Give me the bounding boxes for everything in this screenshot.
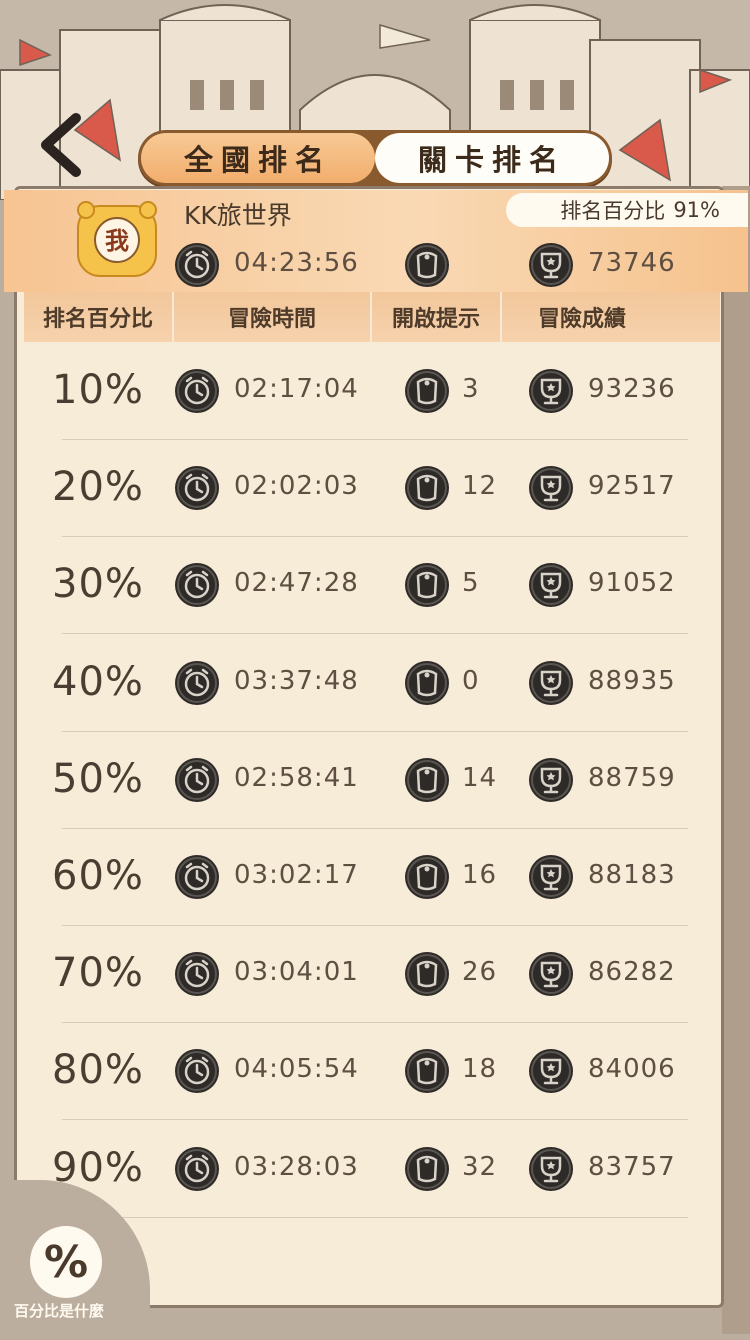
table-header: 排名百分比 冒險時間 開啟提示 冒險成績 — [24, 292, 720, 342]
row-hints-value: 0 — [462, 665, 480, 696]
tab-level-ranking[interactable]: 關卡排名 — [375, 133, 609, 183]
header-time: 冒險時間 — [174, 292, 372, 342]
row-hints-value: 18 — [462, 1054, 498, 1085]
row-hints-value: 26 — [462, 957, 498, 988]
trophy-icon — [528, 757, 574, 803]
my-score-value: 73746 — [588, 248, 676, 278]
row-score-value: 83757 — [588, 1151, 676, 1182]
my-percentile-label: 排名百分比 — [560, 199, 666, 223]
clock-icon — [174, 1048, 220, 1094]
row-hints-value: 12 — [462, 471, 498, 502]
hint-coin-icon — [404, 951, 450, 997]
ranking-tabs: 全國排名 關卡排名 — [138, 130, 612, 186]
back-arrow-icon — [41, 113, 81, 177]
row-score-value: 93236 — [588, 374, 676, 404]
table-row: 30% 02:47:28 5 91052 — [0, 537, 750, 635]
row-percentile: 80% — [52, 1047, 144, 1094]
clock-icon — [174, 854, 220, 900]
trophy-icon — [528, 465, 574, 511]
header-score: 冒險成績 — [537, 307, 626, 332]
row-hints-value: 16 — [462, 860, 498, 890]
trophy-icon — [528, 1146, 574, 1192]
hint-coin-icon — [404, 757, 450, 803]
my-time-value: 04:23:56 — [234, 248, 359, 278]
row-score-value: 84006 — [588, 1054, 676, 1085]
row-percentile: 40% — [52, 658, 144, 705]
row-hints-value: 3 — [462, 374, 480, 404]
my-percentile-value: 91% — [673, 198, 720, 222]
table-row: 50% 02:58:41 14 88759 — [0, 732, 750, 829]
row-percentile: 70% — [52, 950, 144, 997]
row-percentile: 30% — [52, 561, 144, 608]
table-row: 60% 03:02:17 16 88183 — [0, 829, 750, 926]
table-row: 40% 03:37:48 0 88935 — [0, 635, 750, 732]
trophy-icon — [528, 660, 574, 706]
hint-coin-icon — [404, 465, 450, 511]
hint-coin-icon — [404, 660, 450, 706]
clock-icon — [174, 660, 220, 706]
hint-coin-icon — [404, 368, 450, 414]
row-divider — [62, 1216, 688, 1218]
row-time-value: 04:05:54 — [234, 1054, 359, 1085]
header-percentile: 排名百分比 — [24, 292, 174, 342]
row-hints-value: 5 — [462, 568, 480, 599]
row-score-value: 86282 — [588, 957, 676, 988]
row-time-value: 03:28:03 — [234, 1151, 359, 1182]
clock-icon — [174, 1146, 220, 1192]
table-row: 90% 03:28:03 32 83757 — [0, 1121, 750, 1218]
avatar-char: 我 — [105, 227, 129, 255]
table-row: 70% 03:04:01 26 86282 — [0, 926, 750, 1024]
trophy-icon — [528, 562, 574, 608]
clock-icon — [174, 465, 220, 511]
trophy-icon — [528, 854, 574, 900]
row-score-value: 88183 — [588, 860, 676, 890]
row-percentile: 10% — [52, 367, 144, 413]
row-score-value: 91052 — [588, 568, 676, 599]
table-row: 20% 02:02:03 12 92517 — [0, 440, 750, 538]
avatar: 我 — [74, 198, 160, 280]
row-percentile: 60% — [52, 853, 144, 899]
trophy-icon — [528, 951, 574, 997]
row-time-value: 02:47:28 — [234, 568, 359, 599]
row-time-value: 02:58:41 — [234, 762, 359, 793]
trophy-icon — [528, 368, 574, 414]
hint-coin-icon — [404, 1146, 450, 1192]
clock-icon — [174, 368, 220, 414]
trophy-icon — [528, 1048, 574, 1094]
hint-coin-icon — [404, 242, 450, 288]
clock-icon — [174, 757, 220, 803]
row-percentile: 20% — [52, 464, 144, 511]
row-time-value: 02:02:03 — [234, 471, 359, 502]
my-name: KK旅世界 — [184, 201, 292, 230]
row-score-value: 92517 — [588, 471, 676, 502]
hint-coin-icon — [404, 1048, 450, 1094]
row-score-value: 88935 — [588, 665, 676, 696]
row-hints-value: 14 — [462, 762, 498, 793]
hint-coin-icon — [404, 562, 450, 608]
clock-icon — [174, 951, 220, 997]
back-button[interactable] — [34, 112, 94, 178]
table-row: 10% 02:17:04 3 93236 — [0, 343, 750, 440]
clock-icon — [174, 562, 220, 608]
header-hints: 開啟提示 — [372, 292, 502, 342]
clock-icon — [174, 242, 220, 288]
row-hints-value: 32 — [462, 1151, 498, 1182]
row-time-value: 03:37:48 — [234, 665, 359, 696]
row-time-value: 03:04:01 — [234, 957, 359, 988]
trophy-icon — [528, 242, 574, 288]
row-percentile: 50% — [52, 755, 144, 802]
my-percentile-badge: 排名百分比 91% — [506, 193, 748, 227]
row-time-value: 02:17:04 — [234, 374, 359, 404]
percent-icon[interactable]: % — [30, 1226, 102, 1298]
row-score-value: 88759 — [588, 762, 676, 793]
row-time-value: 03:02:17 — [234, 860, 359, 890]
tab-national-ranking[interactable]: 全國排名 — [141, 133, 375, 183]
percentile-help-label: 百分比是什麼 — [14, 1302, 105, 1320]
hint-coin-icon — [404, 854, 450, 900]
table-row: 80% 04:05:54 18 84006 — [0, 1023, 750, 1121]
